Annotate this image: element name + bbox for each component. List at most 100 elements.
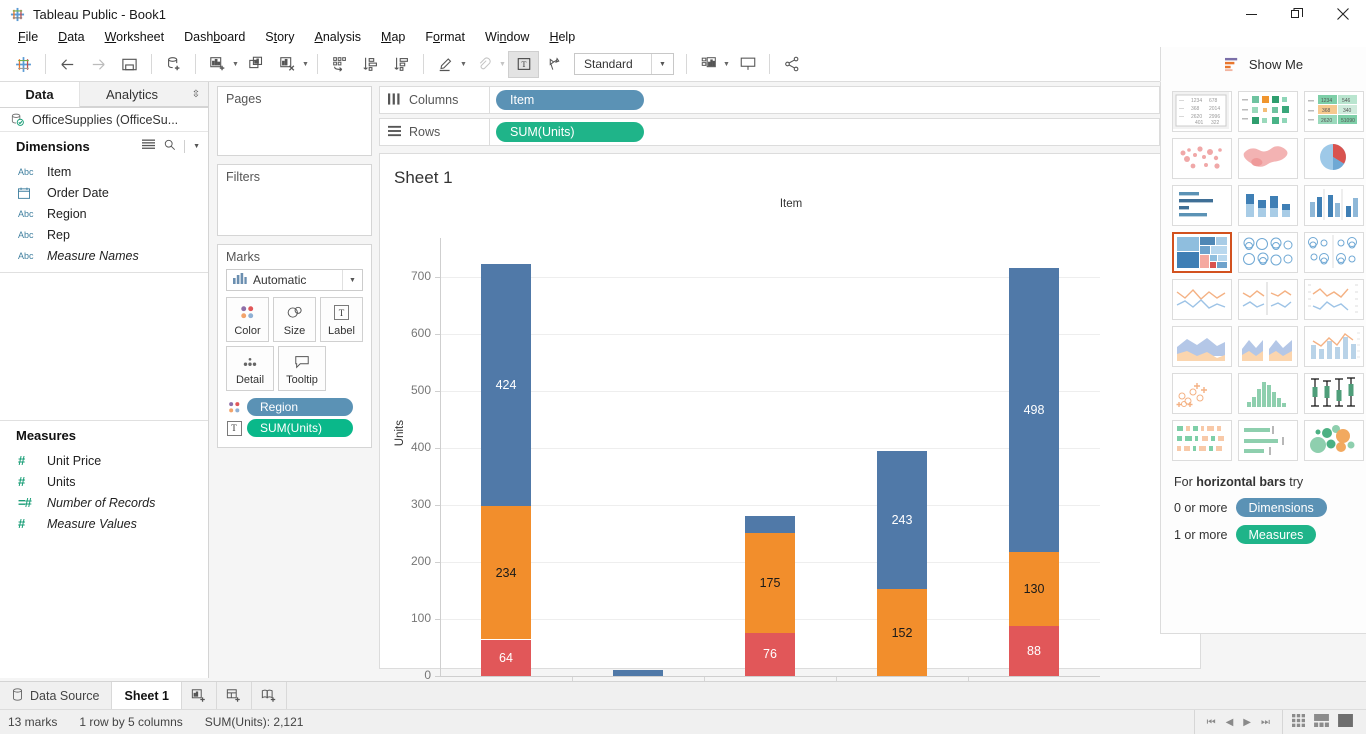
show-me-discrete-lines-icon[interactable]: [1238, 279, 1298, 320]
tab-data[interactable]: Data: [0, 82, 80, 107]
share-icon[interactable]: [776, 51, 807, 78]
mark-pill-sum-units[interactable]: SUM(Units): [247, 419, 353, 437]
show-me-button[interactable]: Show Me: [1160, 47, 1366, 82]
bar-segment[interactable]: 130: [1009, 551, 1059, 626]
show-me-side-by-side-circles-icon[interactable]: [1304, 232, 1364, 273]
search-icon[interactable]: [164, 139, 176, 154]
group-by-folder-icon[interactable]: [142, 139, 156, 154]
full-view-icon[interactable]: [1338, 714, 1353, 730]
menu-help[interactable]: Help: [539, 28, 585, 47]
menu-story[interactable]: Story: [255, 28, 304, 47]
nav-last-icon[interactable]: ⏭: [1261, 717, 1270, 728]
menu-data[interactable]: Data: [48, 28, 94, 47]
dimension-order-date[interactable]: Order Date: [0, 182, 208, 203]
show-me-gantt-icon[interactable]: [1172, 420, 1232, 461]
show-me-bullet-graphs-icon[interactable]: [1238, 420, 1298, 461]
bar-segment[interactable]: 76: [745, 632, 795, 676]
label-button[interactable]: T Label: [320, 297, 363, 342]
show-me-pie-chart-icon[interactable]: [1304, 138, 1364, 179]
show-me-panel[interactable]: —1234 678 —368 2014 —2620 2996 401 322 1234 5…: [1160, 82, 1366, 634]
color-button[interactable]: Color: [226, 297, 269, 342]
bar-segment[interactable]: 64: [481, 639, 531, 676]
tableau-home-icon[interactable]: [8, 51, 39, 78]
menu-dashboard[interactable]: Dashboard: [174, 28, 255, 47]
data-pane-resize-icon[interactable]: ⇳: [184, 82, 208, 107]
fit-select[interactable]: Standard ▼: [574, 53, 674, 75]
columns-pill-item[interactable]: Item: [496, 90, 644, 110]
new-data-source-icon[interactable]: [158, 51, 189, 78]
nav-first-icon[interactable]: ⏮: [1207, 717, 1216, 728]
undo-icon[interactable]: [52, 51, 83, 78]
show-me-heat-map-icon[interactable]: [1238, 91, 1298, 132]
tab-analytics[interactable]: Analytics: [80, 82, 184, 107]
menu-format[interactable]: Format: [415, 28, 475, 47]
show-me-area-charts-continuous-icon[interactable]: [1172, 326, 1232, 367]
maximize-button[interactable]: [1274, 0, 1320, 28]
bar-segment[interactable]: 234: [481, 506, 531, 640]
show-me-text-table-icon[interactable]: —1234 678 —368 2014 —2620 2996 401 322: [1172, 91, 1232, 132]
show-me-treemap-icon[interactable]: [1172, 232, 1232, 273]
worksheet-view[interactable]: Sheet 1 Item Units 0 100 200 300 400 500 600 70…: [379, 153, 1202, 702]
fix-axes-icon[interactable]: [539, 51, 570, 78]
measure-measure-values[interactable]: # Measure Values: [0, 513, 208, 534]
save-icon[interactable]: [114, 51, 145, 78]
pages-card[interactable]: Pages: [217, 86, 372, 156]
highlight-icon[interactable]: [430, 51, 461, 78]
columns-shelf-drop[interactable]: Item: [489, 86, 1160, 114]
bar-segment[interactable]: 175: [745, 532, 795, 633]
close-button[interactable]: [1320, 0, 1366, 28]
show-mark-labels-icon[interactable]: T: [508, 50, 539, 78]
dimension-region[interactable]: Abc Region: [0, 203, 208, 224]
measure-units[interactable]: # Units: [0, 471, 208, 492]
bar-segment[interactable]: 88: [1009, 625, 1059, 676]
mark-type-select[interactable]: Automatic ▼: [226, 269, 363, 291]
menu-map[interactable]: Map: [371, 28, 415, 47]
split-view-icon[interactable]: [1314, 714, 1329, 730]
detail-button[interactable]: Detail: [226, 346, 274, 391]
dimension-rep[interactable]: Abc Rep: [0, 224, 208, 245]
fit-caret-icon[interactable]: ▼: [651, 54, 673, 74]
sort-descending-icon[interactable]: [386, 51, 417, 78]
show-me-circle-views-icon[interactable]: [1238, 232, 1298, 273]
datasource-item[interactable]: OfficeSupplies (OfficeSu...: [0, 108, 208, 132]
show-hide-cards-icon[interactable]: [693, 51, 724, 78]
tab-sheet-1[interactable]: Sheet 1: [112, 682, 182, 709]
menu-analysis[interactable]: Analysis: [304, 28, 371, 47]
filters-card[interactable]: Filters: [217, 164, 372, 236]
presentation-mode-icon[interactable]: [732, 51, 763, 78]
measure-unit-price[interactable]: # Unit Price: [0, 450, 208, 471]
new-worksheet-tab-icon[interactable]: [182, 682, 217, 709]
mark-pill-region[interactable]: Region: [247, 398, 353, 416]
menu-window[interactable]: Window: [475, 28, 539, 47]
group-members-icon[interactable]: [469, 51, 500, 78]
show-me-box-and-whisker-icon[interactable]: [1304, 373, 1364, 414]
mark-type-caret-icon[interactable]: ▼: [342, 270, 362, 290]
show-me-filled-map-icon[interactable]: [1238, 138, 1298, 179]
menu-worksheet[interactable]: Worksheet: [95, 28, 175, 47]
rows-pill-sum-units[interactable]: SUM(Units): [496, 122, 644, 142]
dimension-item[interactable]: Abc Item: [0, 161, 208, 182]
tab-data-source[interactable]: Data Source: [0, 682, 113, 709]
redo-icon[interactable]: [83, 51, 114, 78]
bar-segment[interactable]: 424: [481, 264, 531, 507]
new-story-tab-icon[interactable]: [252, 682, 287, 709]
show-me-horizontal-bars-icon[interactable]: [1172, 185, 1232, 226]
show-me-stacked-bars-icon[interactable]: [1238, 185, 1298, 226]
show-me-area-charts-discrete-icon[interactable]: [1238, 326, 1298, 367]
show-me-dual-lines-icon[interactable]: [1304, 279, 1364, 320]
nav-prev-icon[interactable]: ◀: [1226, 717, 1234, 728]
bar-segment[interactable]: 243: [877, 450, 927, 590]
bar-segment[interactable]: 498: [1009, 267, 1059, 552]
bar-segment[interactable]: [745, 516, 795, 533]
show-me-dual-combination-icon[interactable]: [1304, 326, 1364, 367]
show-me-side-by-side-bars-icon[interactable]: [1304, 185, 1364, 226]
chart-area[interactable]: Item Units 0 100 200 300 400 500 600 700 64 234 42…: [380, 198, 1202, 702]
nav-next-icon[interactable]: ▶: [1243, 717, 1251, 728]
show-me-symbol-map-icon[interactable]: [1172, 138, 1232, 179]
show-me-continuous-lines-icon[interactable]: [1172, 279, 1232, 320]
menu-file[interactable]: File: [8, 28, 48, 47]
show-me-histogram-icon[interactable]: [1238, 373, 1298, 414]
new-dashboard-tab-icon[interactable]: [217, 682, 252, 709]
minimize-button[interactable]: [1228, 0, 1274, 28]
tooltip-button[interactable]: Tooltip: [278, 346, 326, 391]
